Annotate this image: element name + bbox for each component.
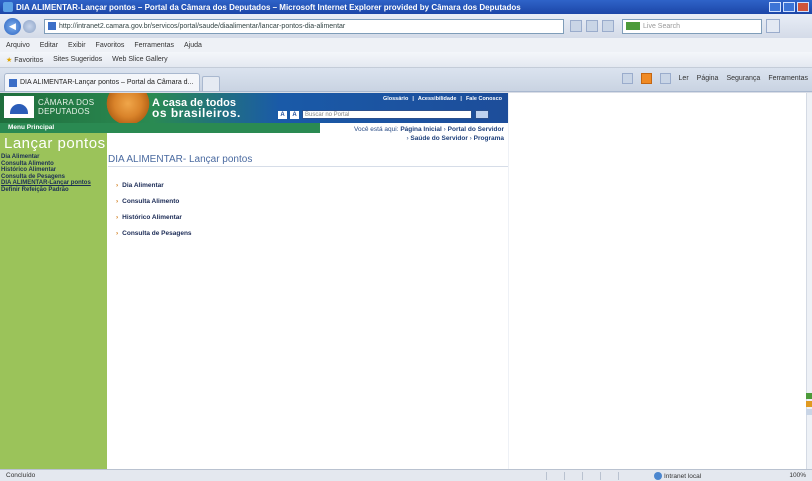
title-divider — [108, 166, 508, 167]
top-nav: Glossário | Acessibilidade | Fale Conosc… — [382, 96, 502, 102]
minimize-button[interactable] — [769, 2, 781, 12]
banner-photo — [105, 93, 151, 123]
live-search-icon — [626, 22, 640, 30]
window-title: DIA ALIMENTAR-Lançar pontos – Portal da … — [16, 2, 521, 12]
address-url: http://intranet2.camara.gov.br/servicos/… — [59, 22, 346, 30]
side-widgets — [806, 393, 812, 417]
portal-search: A A Buscar no Portal — [278, 110, 489, 119]
menu-arquivo[interactable]: Arquivo — [6, 42, 30, 49]
sidebar-item-refeicao-padrao[interactable]: Definir Refeição Padrão — [1, 187, 105, 194]
sidebar-links: Dia Alimentar Consulta Alimento Históric… — [1, 154, 105, 193]
address-row: ◀ http://intranet2.camara.gov.br/servico… — [0, 14, 812, 38]
menu-editar[interactable]: Editar — [40, 42, 58, 49]
search-button[interactable] — [766, 19, 780, 33]
tab-favicon — [9, 78, 17, 87]
font-increase-button[interactable]: A — [290, 110, 299, 119]
breadcrumb-saude[interactable]: Saúde do Servidor — [410, 135, 467, 142]
favorites-item[interactable]: Web Slice Gallery — [112, 56, 168, 63]
list-item[interactable]: › Consulta Alimento — [116, 198, 192, 214]
menu-favoritos[interactable]: Favoritos — [96, 42, 125, 49]
globe-icon — [654, 472, 662, 480]
new-tab-button[interactable] — [202, 76, 220, 91]
bullet-icon: › — [116, 214, 119, 221]
forward-button[interactable] — [23, 19, 36, 33]
nav-acessibilidade[interactable]: Acessibilidade — [418, 96, 457, 102]
cmd-seguranca[interactable]: Segurança — [726, 75, 760, 82]
list-item[interactable]: › Histórico Alimentar — [116, 214, 192, 230]
widget-icon[interactable] — [806, 393, 812, 399]
command-bar: Ler Página Segurança Ferramentas — [621, 73, 808, 84]
bullet-icon: › — [116, 230, 119, 237]
page-viewport: CÂMARA DOS DEPUTADOS A casa de todos os … — [0, 93, 812, 469]
back-button[interactable]: ◀ — [4, 17, 21, 35]
tab-active[interactable]: DIA ALIMENTAR-Lançar pontos – Portal da … — [4, 73, 200, 91]
favorites-bar: ★ Favoritos Sites Sugeridos Web Slice Gal… — [0, 52, 812, 68]
breadcrumb-home[interactable]: Página Inicial — [400, 126, 442, 133]
security-zone[interactable]: Intranet local — [654, 472, 701, 480]
zoom-level[interactable]: 100% — [789, 472, 806, 479]
nav-glossario[interactable]: Glossário — [383, 96, 408, 102]
widget-icon[interactable] — [806, 409, 812, 415]
list-item[interactable]: › Consulta de Pesagens — [116, 230, 192, 246]
breadcrumb: Você está aqui: Página Inicial › Portal … — [354, 126, 504, 142]
menu-ajuda[interactable]: Ajuda — [184, 42, 202, 49]
window-controls — [769, 2, 809, 12]
address-actions — [570, 20, 614, 32]
refresh-icon[interactable] — [586, 20, 598, 32]
camara-logo[interactable] — [4, 96, 34, 118]
portal-search-input[interactable]: Buscar no Portal — [302, 110, 472, 119]
status-text: Concluído — [6, 472, 36, 479]
window-titlebar: DIA ALIMENTAR-Lançar pontos – Portal da … — [0, 0, 812, 14]
sidebar-item-lancar-pontos[interactable]: DIA ALIMENTAR-Lançar pontos — [1, 180, 105, 187]
favorites-item[interactable]: Sites Sugeridos — [53, 56, 102, 63]
nav-fale-conosco[interactable]: Fale Conosco — [466, 96, 502, 102]
search-input[interactable]: Live Search — [622, 18, 762, 34]
bullet-icon: › — [116, 198, 119, 205]
menu-ferramentas[interactable]: Ferramentas — [134, 42, 174, 49]
stop-icon[interactable] — [602, 20, 614, 32]
page-icon — [48, 22, 56, 30]
close-button[interactable] — [797, 2, 809, 12]
mail-icon[interactable] — [659, 73, 671, 84]
menu-exibir[interactable]: Exibir — [68, 42, 86, 49]
favorites-button[interactable]: ★ Favoritos — [6, 56, 43, 64]
tab-label: DIA ALIMENTAR-Lançar pontos – Portal da … — [20, 79, 194, 86]
compatibility-icon[interactable] — [570, 20, 582, 32]
star-icon: ★ — [6, 56, 13, 64]
cmd-pagina[interactable]: Página — [697, 75, 719, 82]
tab-row: DIA ALIMENTAR-Lançar pontos – Portal da … — [0, 68, 812, 92]
section-title: Lançar pontos — [4, 135, 106, 152]
empty-right-area — [508, 93, 806, 469]
status-bar: Concluído Intranet local 100% — [0, 469, 812, 481]
cmd-ler[interactable]: Ler — [679, 75, 689, 82]
logo-text: CÂMARA DOS DEPUTADOS — [38, 98, 95, 116]
status-segments — [546, 472, 634, 480]
breadcrumb-programa[interactable]: Programa — [474, 135, 504, 142]
cmd-ferramentas[interactable]: Ferramentas — [768, 75, 808, 82]
font-decrease-button[interactable]: A — [278, 110, 287, 119]
bullet-icon: › — [116, 182, 119, 189]
home-icon[interactable] — [621, 73, 633, 84]
menu-bar: Arquivo Editar Exibir Favoritos Ferramen… — [0, 38, 812, 52]
content-menu: › Dia Alimentar › Consulta Alimento › Histó… — [116, 182, 192, 246]
menu-principal-label[interactable]: Menu Principal — [8, 124, 54, 131]
list-item[interactable]: › Dia Alimentar — [116, 182, 192, 198]
ie-icon — [3, 2, 13, 12]
banner-tagline: A casa de todos os brasileiros. — [152, 97, 241, 120]
page-title: DIA ALIMENTAR- Lançar pontos — [108, 154, 253, 165]
feeds-icon[interactable] — [640, 73, 652, 84]
maximize-button[interactable] — [783, 2, 795, 12]
search-placeholder: Live Search — [643, 22, 680, 30]
widget-icon[interactable] — [806, 401, 812, 407]
portal-search-button[interactable] — [475, 110, 489, 119]
breadcrumb-portal-servidor[interactable]: Portal do Servidor — [448, 126, 504, 133]
portal-banner: CÂMARA DOS DEPUTADOS A casa de todos os … — [0, 93, 508, 123]
address-bar[interactable]: http://intranet2.camara.gov.br/servicos/… — [44, 18, 564, 34]
